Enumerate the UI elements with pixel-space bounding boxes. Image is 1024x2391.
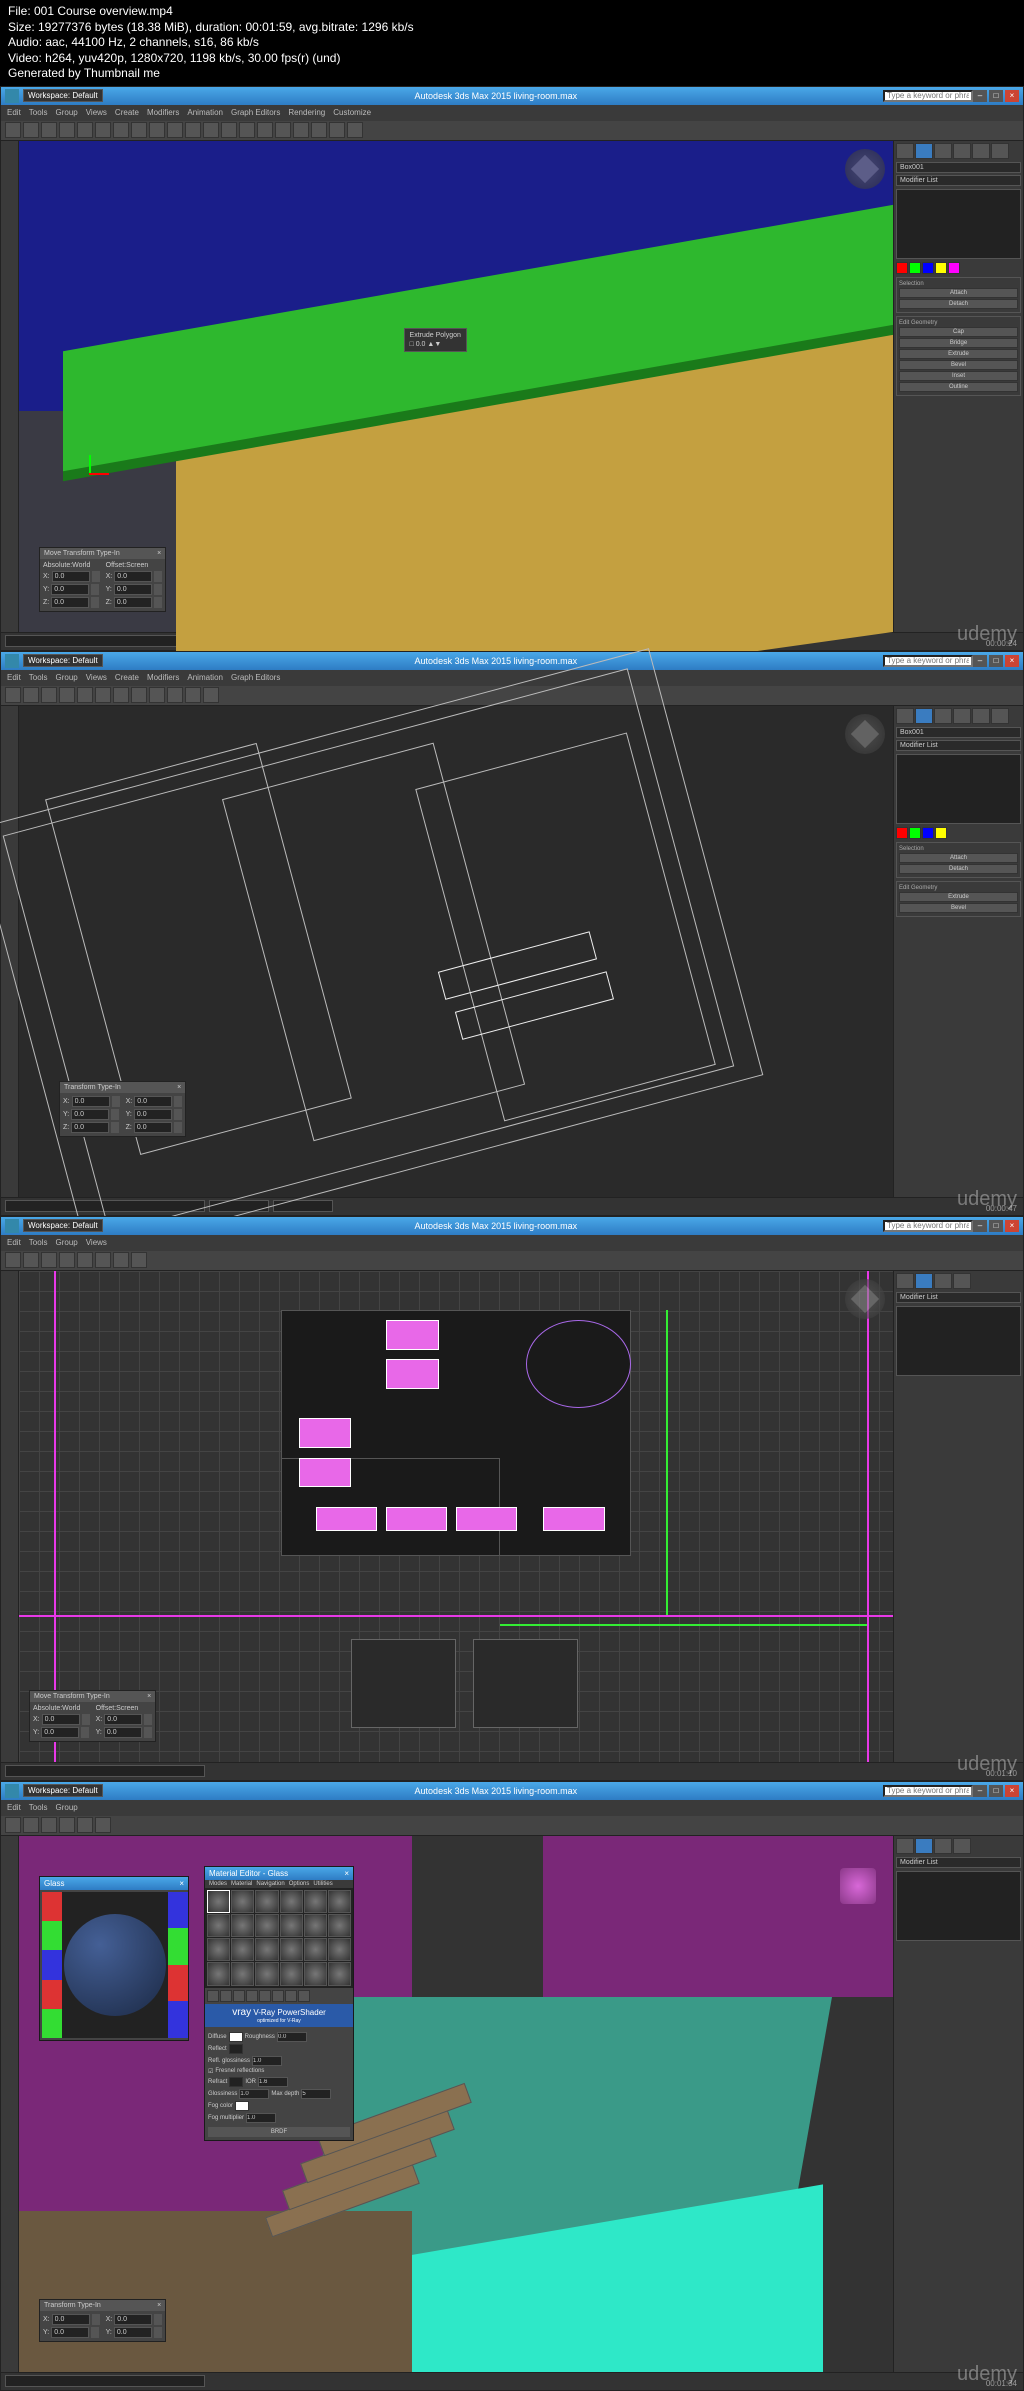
file-info-header: File: 001 Course overview.mp4 Size: 1927… bbox=[0, 0, 1024, 86]
panel-2: Workspace: Default Autodesk 3ds Max 2015… bbox=[0, 651, 1024, 1216]
modify-tab[interactable] bbox=[915, 143, 933, 159]
panel-3: Workspace: DefaultAutodesk 3ds Max 2015 … bbox=[0, 1216, 1024, 1781]
move-transform-dialog[interactable]: Move Transform Type-In× Absolute:World X… bbox=[39, 547, 166, 612]
toolbar-button[interactable] bbox=[239, 122, 255, 138]
file-line: File: 001 Course overview.mp4 bbox=[8, 4, 1016, 20]
timestamp: 00:00:24 bbox=[986, 639, 1017, 648]
prompt bbox=[5, 635, 205, 647]
toolbar-button[interactable] bbox=[329, 122, 345, 138]
subobj-element[interactable] bbox=[948, 262, 960, 274]
command-panel: Box001 Modifier List Selection Attach De… bbox=[893, 141, 1023, 632]
close-icon[interactable]: × bbox=[179, 1879, 184, 1888]
move-gizmo[interactable] bbox=[89, 455, 109, 475]
viewcube[interactable] bbox=[840, 1868, 876, 1904]
workspace-dropdown[interactable]: Workspace: Default bbox=[23, 89, 103, 102]
material-editor[interactable]: Material Editor - Glass× ModesMaterialNa… bbox=[204, 1866, 354, 2141]
object-name[interactable]: Box001 bbox=[896, 162, 1021, 173]
toolbar-button[interactable] bbox=[275, 122, 291, 138]
menu-item[interactable]: Create bbox=[115, 108, 139, 117]
video-line: Video: h264, yuv420p, 1280x720, 1198 kb/… bbox=[8, 51, 1016, 67]
transform-dialog[interactable]: Transform Type-In× X:Y:Z: X:Y:Z: bbox=[59, 1081, 186, 1137]
panel-1: Workspace: Default Autodesk 3ds Max 2015… bbox=[0, 86, 1024, 651]
main-toolbar bbox=[1, 121, 1023, 141]
toolbar-button[interactable] bbox=[203, 122, 219, 138]
toolbar-button[interactable] bbox=[113, 122, 129, 138]
toolbar-button[interactable] bbox=[167, 122, 183, 138]
toolbar-button[interactable] bbox=[59, 122, 75, 138]
create-tab[interactable] bbox=[896, 143, 914, 159]
titlebar: Workspace: Default Autodesk 3ds Max 2015… bbox=[1, 652, 1023, 670]
viewport-top[interactable]: Move Transform Type-In× Absolute:WorldX:… bbox=[19, 1271, 893, 1762]
generated-line: Generated by Thumbnail me bbox=[8, 66, 1016, 82]
toolbar-button[interactable] bbox=[41, 122, 57, 138]
toolbar-button[interactable] bbox=[293, 122, 309, 138]
extrude-caddy[interactable]: Extrude Polygon □ 0.0 ▲▼ bbox=[404, 328, 467, 352]
viewport-wireframe[interactable]: Transform Type-In× X:Y:Z: X:Y:Z: bbox=[19, 706, 893, 1197]
hierarchy-tab[interactable] bbox=[934, 143, 952, 159]
menubar: Edit Tools Group Views Create Modifiers … bbox=[1, 105, 1023, 121]
viewcube[interactable] bbox=[845, 714, 885, 754]
close-icon[interactable]: × bbox=[157, 550, 161, 557]
material-preview-window[interactable]: Glass× bbox=[39, 1876, 189, 2041]
transform-dialog[interactable]: Transform Type-In× X:Y:X:Y: bbox=[39, 2299, 166, 2342]
menu-item[interactable]: Tools bbox=[29, 108, 48, 117]
menu-item[interactable]: Group bbox=[55, 108, 77, 117]
toolbar-button[interactable] bbox=[221, 122, 237, 138]
viewport-perspective[interactable]: Extrude Polygon □ 0.0 ▲▼ Move Transform … bbox=[19, 141, 893, 632]
menu-item[interactable]: Rendering bbox=[288, 108, 325, 117]
toolbar-button[interactable] bbox=[5, 122, 21, 138]
toolbar-button[interactable] bbox=[185, 122, 201, 138]
titlebar: Workspace: Default Autodesk 3ds Max 2015… bbox=[1, 87, 1023, 105]
viewcube[interactable] bbox=[845, 149, 885, 189]
search-input[interactable] bbox=[883, 90, 973, 102]
menu-item[interactable]: Edit bbox=[7, 108, 21, 117]
toolbar-button[interactable] bbox=[131, 122, 147, 138]
subobj-edge[interactable] bbox=[909, 262, 921, 274]
audio-line: Audio: aac, 44100 Hz, 2 channels, s16, 8… bbox=[8, 35, 1016, 51]
size-line: Size: 19277376 bytes (18.38 MiB), durati… bbox=[8, 20, 1016, 36]
command-panel: Box001 Modifier List SelectionAttachDeta… bbox=[893, 706, 1023, 1197]
menu-item[interactable]: Animation bbox=[187, 108, 223, 117]
minimize-button[interactable]: – bbox=[973, 90, 987, 102]
menu-item[interactable]: Customize bbox=[333, 108, 371, 117]
toolbar-button[interactable] bbox=[257, 122, 273, 138]
toolbar-button[interactable] bbox=[23, 122, 39, 138]
subobj-vertex[interactable] bbox=[896, 262, 908, 274]
toolbar-button[interactable] bbox=[347, 122, 363, 138]
menu-item[interactable]: Modifiers bbox=[147, 108, 179, 117]
close-button[interactable]: × bbox=[1005, 90, 1019, 102]
subobj-polygon[interactable] bbox=[935, 262, 947, 274]
display-tab[interactable] bbox=[972, 143, 990, 159]
app-title: Autodesk 3ds Max 2015 living-room.max bbox=[109, 91, 883, 101]
material-slot[interactable] bbox=[207, 1890, 230, 1913]
app-icon bbox=[5, 89, 19, 103]
toolbar-button[interactable] bbox=[149, 122, 165, 138]
close-icon[interactable]: × bbox=[344, 1869, 349, 1878]
viewcube[interactable] bbox=[845, 1279, 885, 1319]
menu-item[interactable]: Views bbox=[86, 108, 107, 117]
utilities-tab[interactable] bbox=[991, 143, 1009, 159]
toolbar-button[interactable] bbox=[95, 122, 111, 138]
material-sphere bbox=[64, 1914, 166, 2016]
toolbar-button[interactable] bbox=[311, 122, 327, 138]
left-rail bbox=[1, 141, 19, 632]
maximize-button[interactable]: □ bbox=[989, 90, 1003, 102]
viewport-perspective[interactable]: Glass× Material Editor - Glass× ModesMat… bbox=[19, 1836, 893, 2372]
panel-4: Workspace: DefaultAutodesk 3ds Max 2015 … bbox=[0, 1781, 1024, 2391]
motion-tab[interactable] bbox=[953, 143, 971, 159]
menu-item[interactable]: Graph Editors bbox=[231, 108, 280, 117]
modifier-stack[interactable] bbox=[896, 189, 1021, 259]
move-transform-dialog[interactable]: Move Transform Type-In× Absolute:WorldX:… bbox=[29, 1690, 156, 1742]
modifier-list[interactable]: Modifier List bbox=[896, 175, 1021, 186]
toolbar-button[interactable] bbox=[77, 122, 93, 138]
subobj-border[interactable] bbox=[922, 262, 934, 274]
